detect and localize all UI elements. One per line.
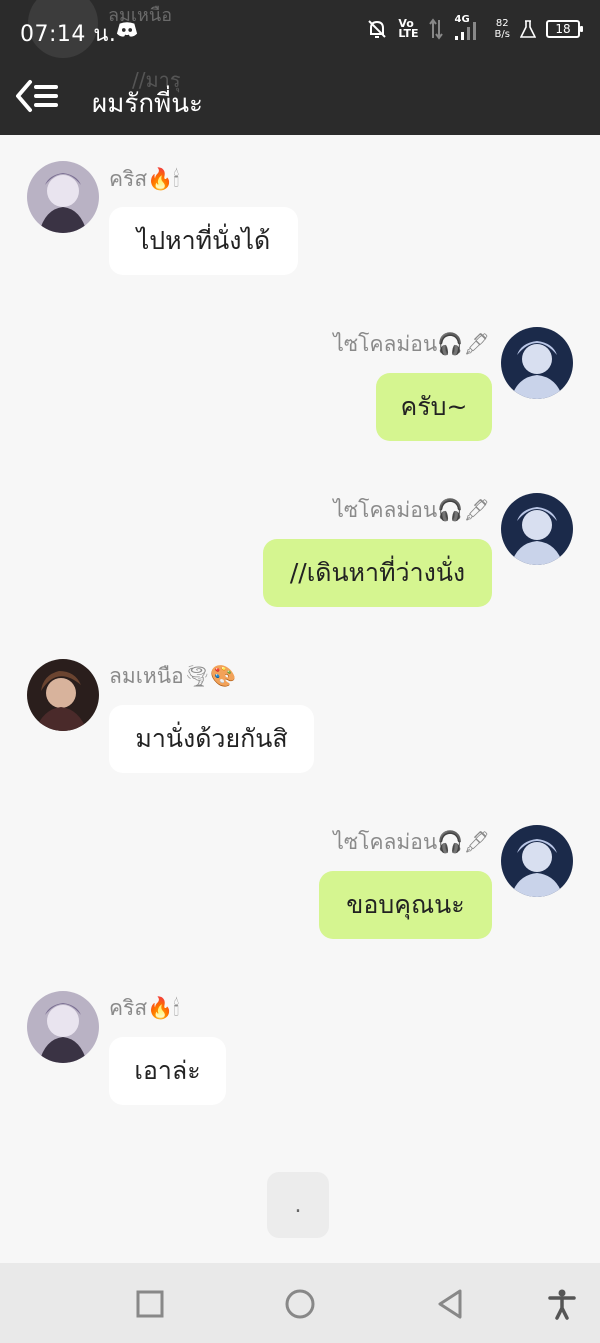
typing-indicator[interactable]: . [267,1172,329,1238]
message-bubble[interactable]: ขอบคุณนะ [319,871,492,939]
sender-name: คริส🔥🕯 [109,167,180,191]
status-time: 07:14 น. [20,22,117,47]
circle-icon[interactable] [283,1287,317,1321]
back-menu-icon[interactable] [14,78,60,114]
accessibility-icon[interactable] [545,1287,579,1321]
avatar[interactable] [27,991,99,1063]
signal-icon: 4G [453,14,485,42]
discord-icon [116,22,138,37]
avatar[interactable] [27,161,99,233]
triangle-back-icon[interactable] [433,1287,467,1321]
avatar[interactable] [501,825,573,897]
volte-bottom: LTE [398,27,419,40]
battery-level: 18 [555,22,571,36]
bell-off-icon [368,20,387,38]
message-bubble[interactable]: ครับ~ [376,373,492,441]
avatar[interactable] [27,659,99,731]
battery-icon: 18 [546,20,583,38]
chat-title: ผมรักพี่นะ [92,89,203,119]
speed-unit: B/s [494,29,510,40]
message-bubble[interactable]: //เดินหาที่ว่างนั่ง [263,539,492,607]
top-bar: ลมเหนือ //มารุ 07:14 น. Vo LTE 4G 82 B/s… [0,0,600,135]
speed-value: 82 [495,18,509,29]
sender-name: คริส🔥🕯 [109,996,180,1020]
chat-header: ผมรักพี่นะ [0,62,600,135]
square-icon[interactable] [133,1287,167,1321]
network-type: 4G [454,14,470,25]
message-bubble[interactable]: ไปหาที่นั่งได้ [109,207,298,275]
status-bar: 07:14 น. Vo LTE 4G 82 B/s 18 [0,0,600,62]
sender-name: ไซโคลม่อน🎧🖋 [333,332,490,356]
message-bubble[interactable]: เอาล่ะ [109,1037,226,1105]
sender-name: ลมเหนือ🌪🎨 [109,664,237,688]
sender-name: ไซโคลม่อน🎧🖋 [333,498,490,522]
data-arrows-icon [428,18,443,40]
navigation-bar [0,1263,600,1343]
avatar[interactable] [501,493,573,565]
volte-indicator: Vo LTE [398,18,419,40]
avatar[interactable] [501,327,573,399]
status-icons: Vo LTE 4G 82 B/s 18 [366,14,583,42]
message-bubble[interactable]: มานั่งด้วยกันสิ [109,705,314,773]
sender-name: ไซโคลม่อน🎧🖋 [333,830,490,854]
network-speed: 82 B/s [495,18,510,40]
flask-icon [520,20,536,38]
